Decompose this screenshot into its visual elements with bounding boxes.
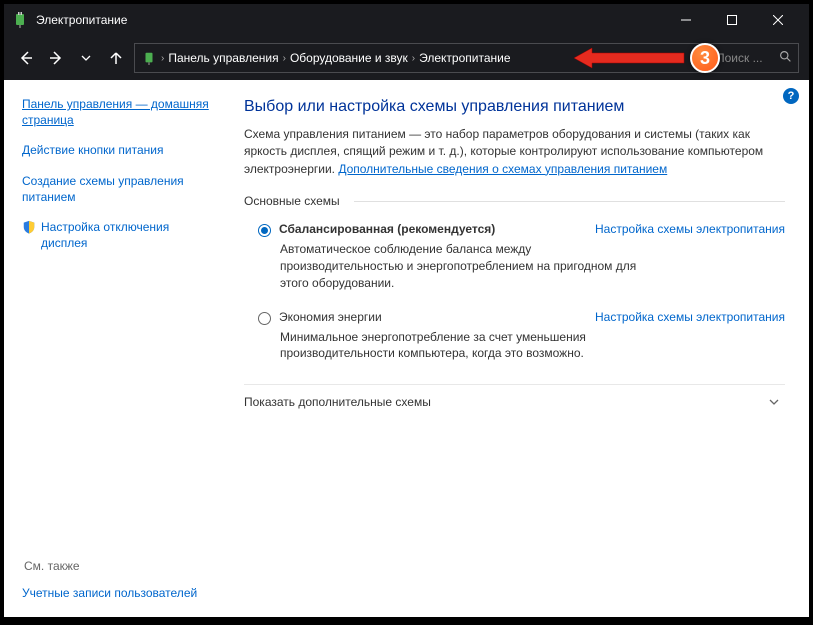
minimize-button[interactable]: [663, 4, 709, 36]
breadcrumb-root-icon: [141, 50, 157, 66]
sidebar-link-display-off[interactable]: Настройка отключения дисплея: [22, 219, 214, 251]
page-heading: Выбор или настройка схемы управления пит…: [244, 98, 785, 116]
sidebar-home-link[interactable]: Панель управления — домашняя страница: [22, 96, 214, 128]
breadcrumb-item[interactable]: Панель управления: [168, 51, 278, 65]
sidebar: Панель управления — домашняя страница Де…: [4, 80, 224, 617]
close-button[interactable]: [755, 4, 801, 36]
window-title: Электропитание: [36, 13, 663, 27]
search-icon: [779, 50, 792, 66]
plan-settings-link[interactable]: Настройка схемы электропитания: [595, 310, 785, 324]
page-description: Схема управления питанием — это набор па…: [244, 126, 785, 178]
nav-recent-dropdown[interactable]: [74, 46, 98, 70]
nav-back-button[interactable]: [14, 46, 38, 70]
chevron-down-icon: [767, 395, 781, 409]
search-placeholder: Поиск ...: [716, 51, 763, 65]
chevron-right-icon: ›: [161, 53, 164, 64]
main-panel: Выбор или настройка схемы управления пит…: [224, 80, 809, 617]
breadcrumb-item[interactable]: Электропитание: [419, 51, 510, 65]
plan-name[interactable]: Экономия энергии: [279, 310, 382, 324]
plan-name[interactable]: Сбалансированная (рекомендуется): [279, 222, 495, 236]
help-icon[interactable]: ?: [783, 88, 799, 104]
plan-description: Минимальное энергопотребление за счет ум…: [244, 327, 785, 371]
breadcrumb-item[interactable]: Оборудование и звук: [290, 51, 408, 65]
sidebar-link-user-accounts[interactable]: Учетные записи пользователей: [22, 585, 214, 601]
content-area: ? Панель управления — домашняя страница …: [4, 80, 809, 617]
plan-row-powersaver: Экономия энергии Настройка схемы электро…: [244, 300, 785, 327]
maximize-button[interactable]: [709, 4, 755, 36]
plan-row-balanced: Сбалансированная (рекомендуется) Настрой…: [244, 212, 785, 239]
navbar: › Панель управления › Оборудование и зву…: [4, 36, 809, 80]
group-label-main-plans: Основные схемы: [244, 194, 785, 208]
chevron-right-icon: ›: [412, 53, 415, 64]
sidebar-link-button-action[interactable]: Действие кнопки питания: [22, 142, 214, 158]
expander-label: Показать дополнительные схемы: [244, 395, 431, 409]
nav-up-button[interactable]: [104, 46, 128, 70]
app-icon: [12, 12, 28, 28]
shield-icon: [22, 220, 36, 234]
more-info-link[interactable]: Дополнительные сведения о схемах управле…: [338, 162, 667, 176]
nav-forward-button[interactable]: [44, 46, 68, 70]
sidebar-footer-label: См. также: [22, 559, 214, 573]
show-additional-plans-expander[interactable]: Показать дополнительные схемы: [244, 384, 785, 419]
titlebar[interactable]: Электропитание: [4, 4, 809, 36]
window-controls: [663, 4, 801, 36]
window-frame: Электропитание: [4, 4, 809, 617]
sidebar-link-create-plan[interactable]: Создание схемы управления питанием: [22, 173, 214, 205]
radio-balanced[interactable]: [258, 224, 271, 237]
chevron-right-icon: ›: [283, 53, 286, 64]
radio-powersaver[interactable]: [258, 312, 271, 325]
breadcrumb-bar[interactable]: › Панель управления › Оборудование и зву…: [134, 43, 703, 73]
search-input[interactable]: Поиск ...: [709, 43, 799, 73]
plan-settings-link[interactable]: Настройка схемы электропитания: [595, 222, 785, 236]
plan-description: Автоматическое соблюдение баланса между …: [244, 239, 785, 299]
